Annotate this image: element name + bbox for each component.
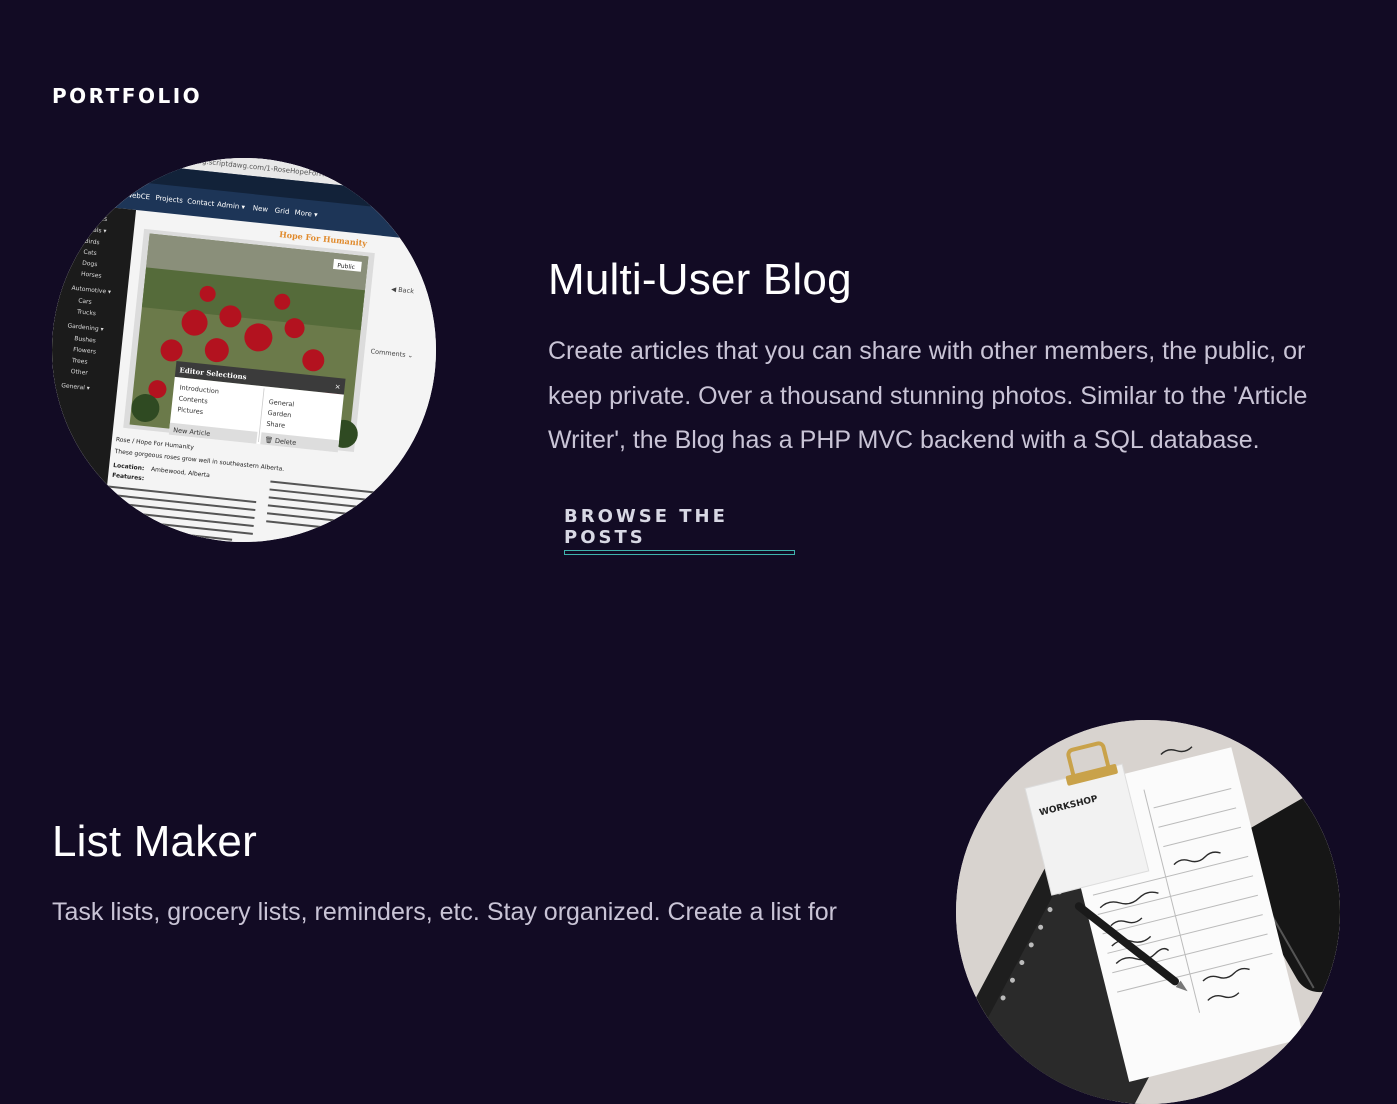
sidebar-item: Cars [78, 297, 92, 305]
sidebar-item: Cats [83, 249, 97, 257]
browse-posts-underline [564, 550, 795, 555]
section-heading: PORTFOLIO [52, 84, 203, 108]
nav-item: Grid [274, 206, 289, 215]
project-description: Task lists, grocery lists, reminders, et… [52, 898, 837, 926]
project-title: Multi-User Blog [548, 254, 852, 304]
sidebar-item: Articles [85, 214, 108, 223]
project-description: Create articles that you can share with … [548, 337, 1308, 454]
blog-screenshot-image: blog.scriptdawg.com/1-RoseHopeForHumanit… [52, 158, 436, 542]
list-maker-screenshot-image: WORKSHOP [956, 720, 1340, 1104]
editor-close-icon: × [334, 383, 341, 392]
project-title: List Maker [52, 816, 257, 866]
browse-posts-button[interactable]: BROWSE THE POSTS [564, 506, 794, 548]
nav-item: New [252, 204, 268, 214]
